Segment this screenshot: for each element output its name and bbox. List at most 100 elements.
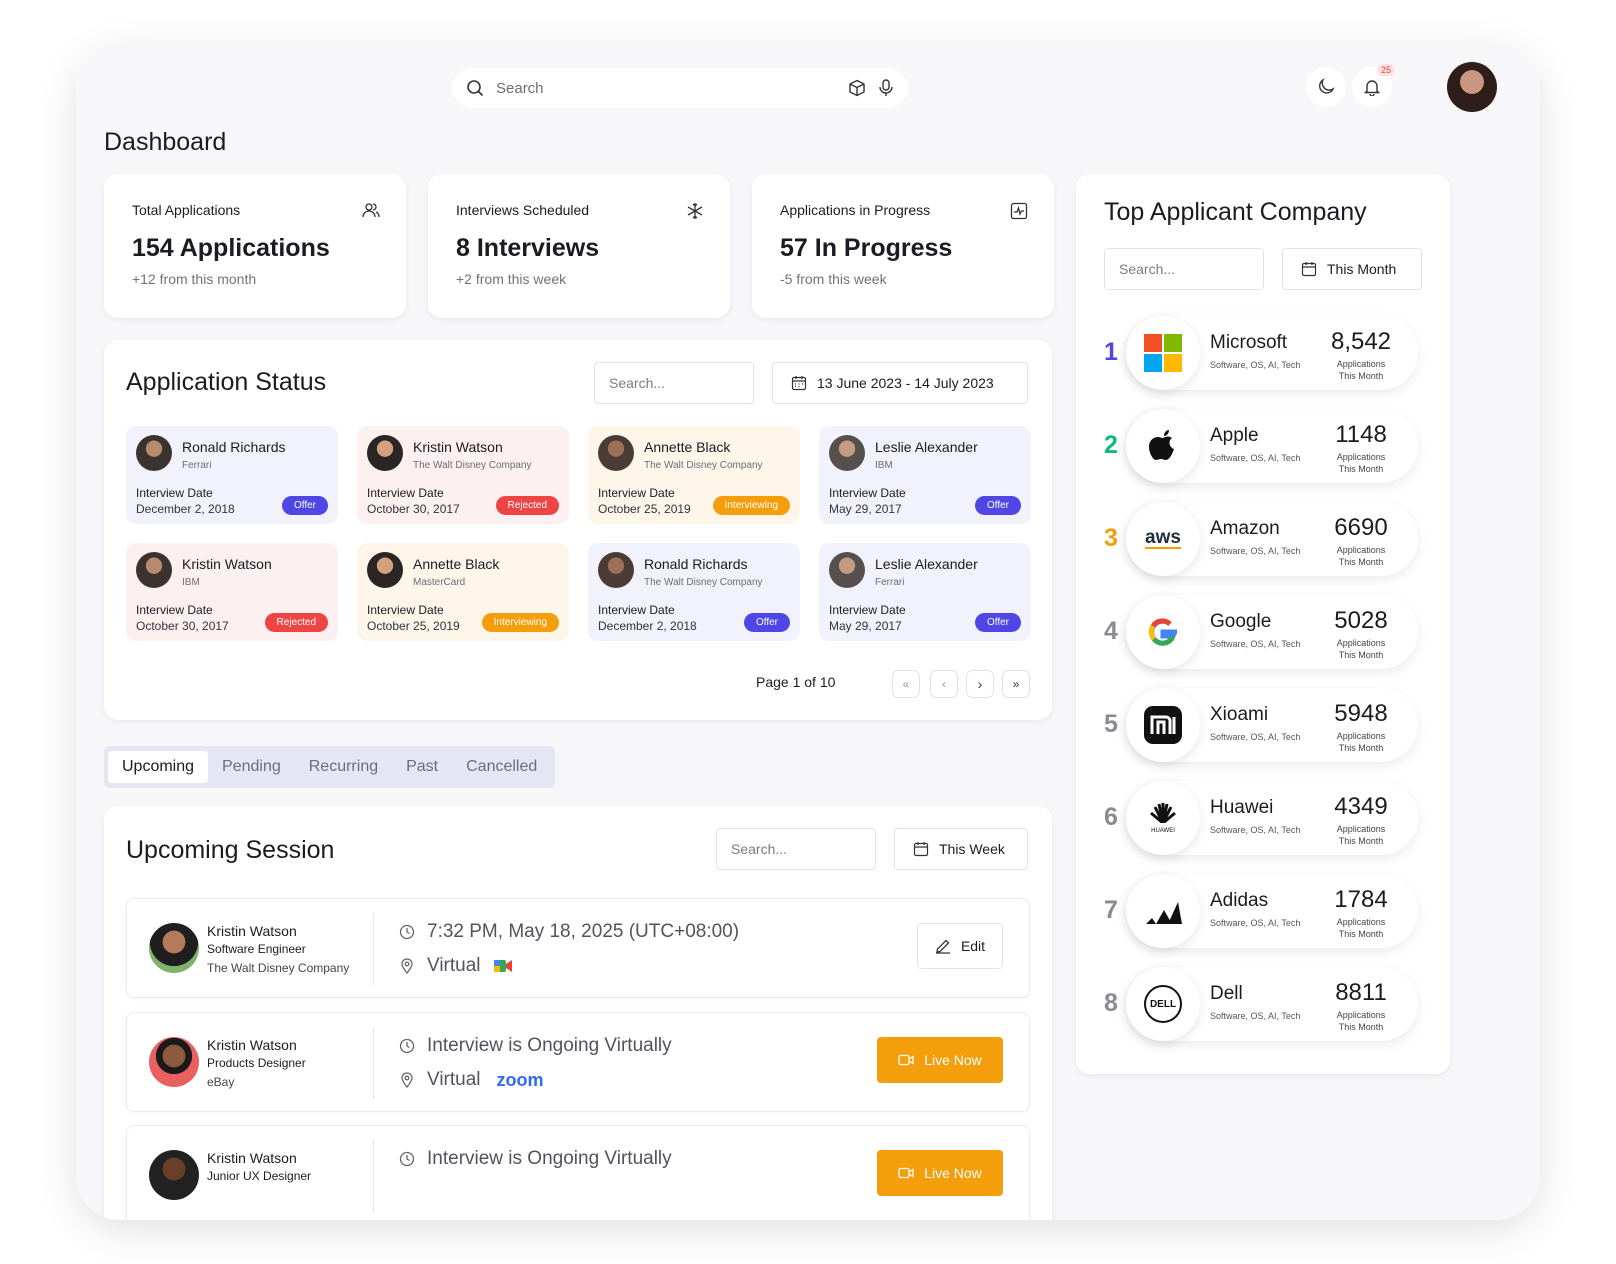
session-name: Kristin Watson (207, 923, 297, 939)
microphone-icon[interactable] (878, 79, 894, 97)
tab-recurring[interactable]: Recurring (295, 751, 392, 783)
applicant-company: The Walt Disney Company (644, 460, 763, 471)
company-rank-row[interactable]: 1 Microsoft Software, OS, AI, Tech 8,542 App… (1100, 316, 1430, 390)
stat-card-interviews: Interviews Scheduled 8 Interviews +2 fro… (428, 174, 730, 318)
applicant-name: Annette Black (644, 439, 731, 455)
first-page-button[interactable]: « (892, 670, 920, 698)
company-rank-row[interactable]: 3 aws Amazon Software, OS, AI, Tech 6690 Appl… (1100, 502, 1430, 576)
avatar (136, 435, 172, 471)
stat-value: 8 Interviews (456, 234, 600, 262)
last-page-button[interactable]: » (1002, 670, 1030, 698)
top-company-panel: Top Applicant Company Search... This Mon… (1076, 174, 1450, 1074)
edit-label: Edit (960, 938, 986, 954)
month-filter-button[interactable]: This Month (1282, 248, 1422, 290)
avatar (149, 923, 199, 973)
google-meet-icon (493, 960, 512, 972)
company-rank-row[interactable]: 8 DELL Dell Software, OS, AI, Tech 8811 Appli… (1100, 967, 1430, 1041)
avatar (367, 435, 403, 471)
application-card[interactable]: Kristin Watson IBM Interview Date October 3… (126, 543, 338, 641)
notifications-button[interactable]: 25 (1352, 64, 1395, 107)
company-rank-row[interactable]: 2 Apple Software, OS, AI, Tech 1148 Applicat… (1100, 409, 1430, 483)
date-range-picker[interactable]: 13 June 2023 - 14 July 2023 (772, 362, 1028, 404)
stat-sub: +2 from this week (456, 271, 567, 287)
company-tags: Software, OS, AI, Tech (1210, 825, 1301, 835)
live-now-label: Live Now (924, 1165, 982, 1181)
live-now-button[interactable]: Live Now (877, 1037, 1003, 1083)
company-application-count: 8811 (1335, 979, 1387, 1006)
dell-logo-icon: DELL (1126, 967, 1200, 1041)
application-card[interactable]: Annette Black MasterCard Interview Date Oct… (357, 543, 569, 641)
chevrons-left-icon: « (902, 677, 910, 691)
apple-logo-icon (1126, 409, 1200, 483)
company-rank: 1 (1104, 338, 1118, 366)
section-title: Application Status (126, 368, 327, 396)
application-card[interactable]: Annette Black The Walt Disney Company Inte… (588, 426, 800, 524)
company-rank-row[interactable]: 6 HUAWEI Huawei Software, OS, AI, Tech 4349 A… (1100, 781, 1430, 855)
company-rank-row[interactable]: 7 Adidas Software, OS, AI, Tech 1784 Applica… (1100, 874, 1430, 948)
company-count-caption: Applications This Month (1336, 824, 1386, 846)
stat-sub: +12 from this month (132, 271, 257, 287)
clock-icon (399, 1038, 415, 1054)
company-name: Huawei (1210, 797, 1274, 818)
session-row: Kristin Watson Junior UX Designer Interv… (126, 1125, 1030, 1220)
applicant-name: Annette Black (413, 556, 500, 572)
tab-upcoming[interactable]: Upcoming (108, 751, 209, 783)
company-count-caption: Applications This Month (1336, 731, 1386, 753)
calendar-icon (1301, 262, 1317, 277)
notification-count: 25 (1376, 64, 1395, 76)
company-name: Amazon (1210, 518, 1280, 539)
interview-date-label: Interview Date (598, 486, 675, 500)
application-card[interactable]: Ronald Richards Ferrari Interview Date Dece… (126, 426, 338, 524)
interview-date-label: Interview Date (829, 603, 906, 617)
company-tags: Software, OS, AI, Tech (1210, 360, 1301, 370)
company-tags: Software, OS, AI, Tech (1210, 639, 1301, 649)
user-avatar[interactable] (1447, 62, 1497, 112)
section-title: Upcoming Session (126, 836, 335, 864)
company-rank: 6 (1104, 803, 1118, 831)
company-count-caption: Applications This Month (1336, 1010, 1386, 1032)
tab-past[interactable]: Past (392, 751, 452, 783)
stat-sub: -5 from this week (780, 271, 887, 287)
search-input[interactable]: Search (496, 80, 836, 97)
company-name: Xioami (1210, 704, 1269, 725)
session-time: Interview is Ongoing Virtually (427, 1035, 672, 1056)
company-pill: Apple Software, OS, AI, Tech 1148 Applicati… (1126, 409, 1418, 483)
application-card[interactable]: Leslie Alexander IBM Interview Date May 29,… (819, 426, 1031, 524)
live-now-button[interactable]: Live Now (877, 1150, 1003, 1196)
tab-pending[interactable]: Pending (208, 751, 295, 783)
live-now-label: Live Now (924, 1052, 982, 1068)
applicant-company: Ferrari (875, 577, 905, 588)
cube-icon[interactable] (848, 79, 866, 97)
application-card[interactable]: Leslie Alexander Ferrari Interview Date May… (819, 543, 1031, 641)
interview-date-label: Interview Date (598, 603, 675, 617)
interview-date: May 29, 2017 (829, 502, 902, 516)
company-rank-row[interactable]: 4 Google Software, OS, AI, Tech 5028 Applica… (1100, 595, 1430, 669)
application-card[interactable]: Ronald Richards The Walt Disney Company In… (588, 543, 800, 641)
application-card[interactable]: Kristin Watson The Walt Disney Company Int… (357, 426, 569, 524)
status-badge: Offer (974, 496, 1021, 515)
dark-mode-toggle[interactable] (1306, 67, 1346, 107)
session-location: Virtual (427, 1069, 481, 1090)
company-search-input[interactable]: Search... (1104, 248, 1264, 290)
avatar (136, 552, 172, 588)
tab-cancelled[interactable]: Cancelled (452, 751, 551, 783)
company-rank-row[interactable]: 5 Xioami Software, OS, AI, Tech 5948 Applica… (1100, 688, 1430, 762)
session-name: Kristin Watson (207, 1037, 297, 1053)
company-count-caption: Applications This Month (1336, 638, 1386, 660)
next-page-button[interactable]: › (966, 670, 994, 698)
company-rank: 2 (1104, 431, 1118, 459)
chevron-left-icon: ‹ (942, 677, 946, 691)
stat-label: Applications in Progress (780, 202, 931, 218)
application-search-input[interactable]: Search... (594, 362, 754, 404)
week-filter-button[interactable]: This Week (894, 828, 1028, 870)
calendar-icon (913, 842, 929, 857)
clock-icon (399, 924, 415, 940)
edit-session-button[interactable]: Edit (917, 923, 1003, 969)
activity-icon (1010, 202, 1028, 225)
status-badge: Interviewing (712, 496, 790, 515)
global-search[interactable]: Search (452, 68, 908, 108)
session-search-input[interactable]: Search... (716, 828, 876, 870)
prev-page-button[interactable]: ‹ (930, 670, 958, 698)
session-row: Kristin Watson Software Engineer The Wal… (126, 898, 1030, 998)
session-row: Kristin Watson Products Designer eBay In… (126, 1012, 1030, 1112)
